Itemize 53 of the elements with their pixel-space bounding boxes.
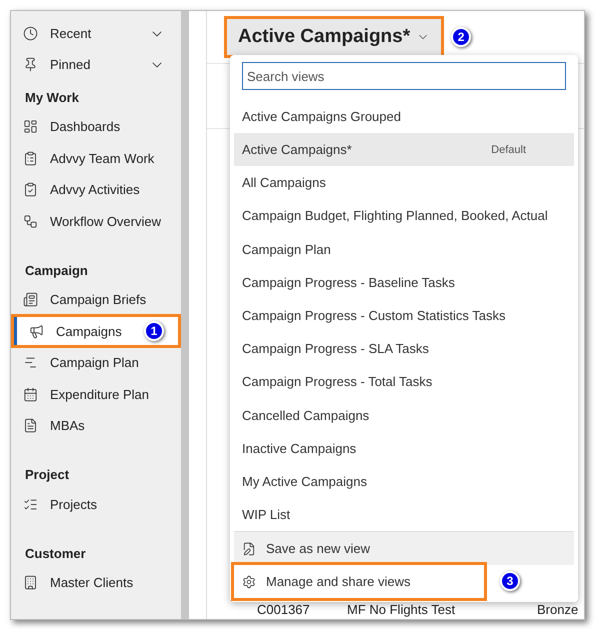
nav-expander[interactable]: Recent <box>11 18 181 49</box>
workflow-icon <box>23 214 38 229</box>
nav-item[interactable]: Advvy Team Work <box>11 144 179 172</box>
view-option[interactable]: Inactive Campaigns <box>234 432 574 466</box>
callout-number: 2 <box>451 27 472 47</box>
view-option[interactable]: My Active Campaigns <box>234 465 574 498</box>
view-option[interactable]: Active Campaigns Grouped <box>234 100 574 134</box>
section-heading: My Work <box>25 88 79 107</box>
table-cell-text: C001367 <box>257 602 311 618</box>
nav-item[interactable]: Campaign Briefs <box>11 286 179 314</box>
nav-item[interactable]: Campaign Plan <box>11 348 179 377</box>
clock-icon <box>23 26 38 41</box>
search-field[interactable]: Search views <box>242 62 566 90</box>
megaphone-icon <box>29 324 44 339</box>
section-heading: Project <box>25 466 70 484</box>
menu-action[interactable]: Manage and share views <box>234 565 484 598</box>
nav-item[interactable]: Master Clients <box>11 568 179 597</box>
view-option[interactable]: Campaign Progress - Custom Statistics Tasks <box>234 299 574 332</box>
section-heading: Campaign <box>25 262 88 280</box>
view-option[interactable]: WIP List <box>234 498 574 532</box>
nav-expander[interactable]: Pinned <box>11 49 181 80</box>
nav-item[interactable]: Advvy Activities <box>11 176 179 204</box>
view-option[interactable]: All Campaigns <box>234 166 574 200</box>
building-icon <box>23 575 38 590</box>
view-option[interactable]: Active Campaigns* Default <box>234 133 574 166</box>
nav-item[interactable]: Dashboards <box>11 112 179 141</box>
menu-action[interactable]: Save as new view <box>234 532 574 566</box>
scrollbar[interactable] <box>181 11 189 619</box>
table-cell-text: MF No Flights Test <box>347 602 456 618</box>
view-option[interactable]: Campaign Progress - Baseline Tasks <box>234 266 574 300</box>
nav-item[interactable]: Expenditure Plan <box>11 380 179 408</box>
callout-number: 3 <box>500 571 520 592</box>
dashboard-icon <box>23 119 38 134</box>
view-option[interactable]: Campaign Progress - Total Tasks <box>234 366 574 399</box>
view-option[interactable]: Campaign Plan <box>234 232 574 266</box>
view-option[interactable]: Cancelled Campaigns <box>234 398 574 432</box>
clipboard-check-icon <box>23 182 38 198</box>
edit-document-icon <box>242 542 256 556</box>
nav-item[interactable]: MBAs <box>11 412 179 440</box>
table-cell: Bronze <box>537 602 578 618</box>
settings-icon <box>242 574 256 589</box>
checklist-icon <box>23 496 38 512</box>
view-option[interactable]: Campaign Progress - SLA Tasks <box>234 332 574 366</box>
document-icon <box>23 418 38 434</box>
nav-item[interactable]: Projects <box>11 490 179 518</box>
view-option[interactable]: Campaign Budget, Flighting Planned, Booked, Actual <box>234 200 574 233</box>
nav-item[interactable]: Workflow Overview <box>11 207 179 236</box>
newspaper-icon <box>23 292 38 308</box>
calendar-icon <box>23 386 38 402</box>
pin-icon <box>23 57 38 72</box>
section-heading: Customer <box>25 544 86 562</box>
clipboard-icon <box>23 150 38 166</box>
view-selector[interactable]: Active Campaigns* <box>227 19 442 55</box>
